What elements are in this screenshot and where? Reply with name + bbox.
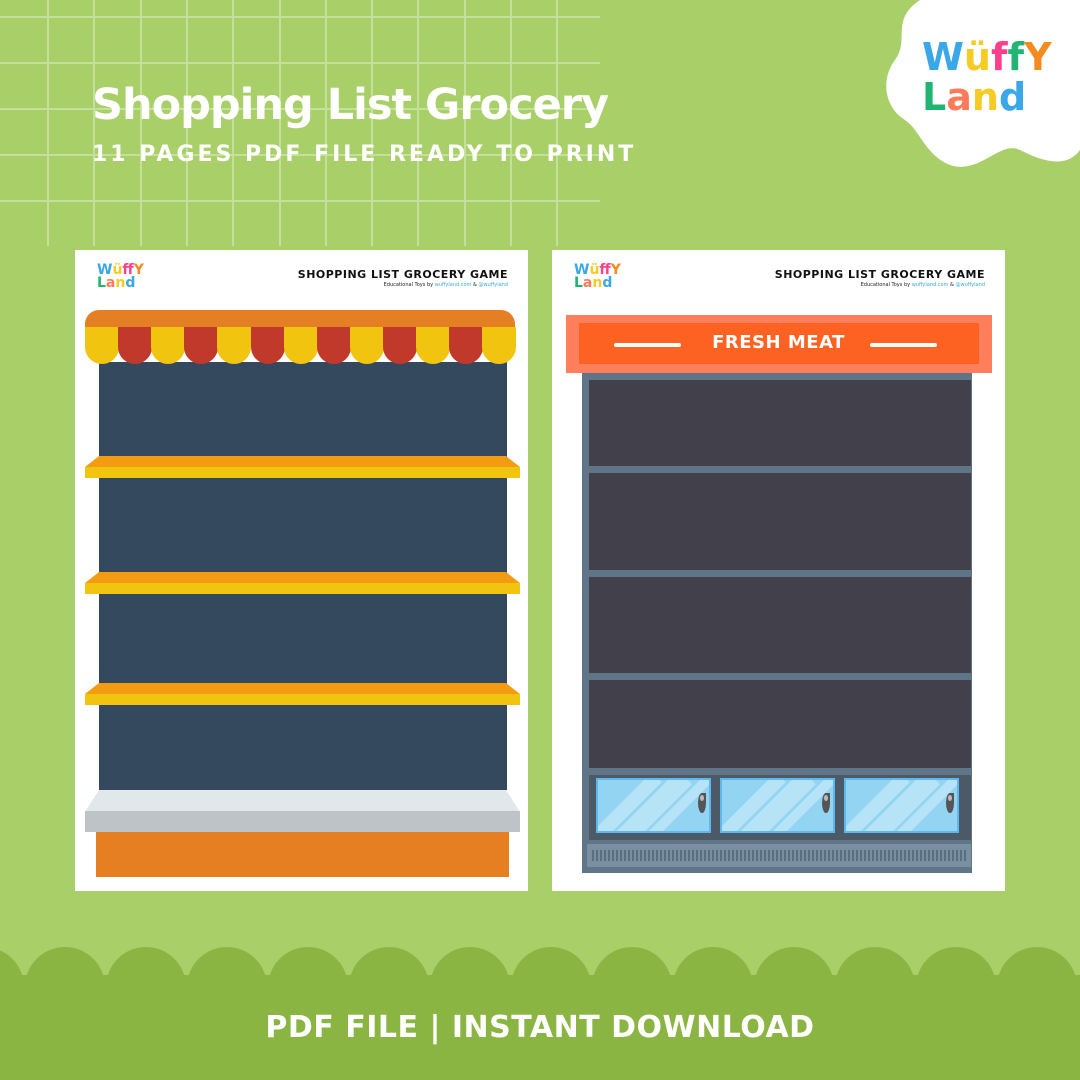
awning-scallop xyxy=(316,327,351,364)
awning-scallop xyxy=(85,327,119,364)
credit-amp: & xyxy=(473,282,477,288)
logo-letter: n xyxy=(971,75,999,119)
door-handle-icon xyxy=(946,793,954,813)
cooler-door xyxy=(596,778,711,833)
credit-prefix: Educational Toys by xyxy=(860,282,911,288)
logo-line-1: WüffY xyxy=(922,38,1052,76)
cooler-door xyxy=(720,778,835,833)
cooler-shelf xyxy=(589,577,971,673)
awning-scallop xyxy=(482,327,517,364)
card-logo-line-2: Land xyxy=(574,275,621,292)
page-preview-cooler: WüffY Land SHOPPING LIST GROCERY GAME Ed… xyxy=(552,250,1005,891)
card-logo: WüffY Land xyxy=(574,263,621,292)
logo-letter: a xyxy=(946,75,972,119)
shelf-board xyxy=(85,572,520,594)
logo-letter: L xyxy=(97,275,106,292)
counter-base xyxy=(96,832,509,877)
shelf-board xyxy=(85,456,520,478)
logo-letter: n xyxy=(115,275,126,292)
page-preview-shelf: WüffY Land SHOPPING LIST GROCERY GAME Ed… xyxy=(75,250,528,891)
card-title: SHOPPING LIST GROCERY GAME xyxy=(297,268,508,281)
page-title: Shopping List Grocery xyxy=(92,80,609,130)
logo-letter: L xyxy=(574,275,583,292)
card-credit: Educational Toys by wuffyland.com & @wuf… xyxy=(384,282,508,288)
logo-letter: d xyxy=(125,275,136,292)
shelf-board xyxy=(85,683,520,705)
cooler-door xyxy=(844,778,959,833)
brand-logo: WüffY Land xyxy=(922,38,1052,116)
logo-letter: ü xyxy=(963,35,991,79)
logo-letter: n xyxy=(592,275,603,292)
door-handle-icon xyxy=(822,793,830,813)
page-subtitle: 11 PAGES PDF FILE READY TO PRINT xyxy=(92,142,637,167)
card-logo-line-2: Land xyxy=(97,275,144,292)
awning-scallop xyxy=(151,327,186,364)
logo-letter: W xyxy=(922,35,964,79)
logo-letter: a xyxy=(582,275,593,292)
card-credit: Educational Toys by wuffyland.com & @wuf… xyxy=(861,282,985,288)
awning-scallop xyxy=(449,327,484,364)
cooler-shelf xyxy=(589,680,971,768)
logo-letter: L xyxy=(922,75,947,119)
logo-letter: f xyxy=(1007,35,1025,79)
credit-handle-link[interactable]: @wuffyland xyxy=(956,282,985,288)
door-handle-icon xyxy=(698,793,706,813)
awning-scallop xyxy=(118,327,153,364)
logo-line-2: Land xyxy=(922,78,1052,116)
awning-scallop xyxy=(382,327,417,364)
logo-letter: a xyxy=(105,275,116,292)
cooler-vent xyxy=(587,844,971,867)
logo-letter: d xyxy=(998,75,1027,119)
awning-scallop xyxy=(217,327,252,364)
awning-scallop xyxy=(250,327,285,364)
logo-letter: d xyxy=(602,275,613,292)
credit-handle-link[interactable]: @wuffyland xyxy=(479,282,508,288)
footer-text: PDF FILE | INSTANT DOWNLOAD xyxy=(265,1010,815,1045)
credit-site-link[interactable]: wuffyland.com xyxy=(912,282,949,288)
sign-label: FRESH MEAT xyxy=(712,332,845,353)
credit-amp: & xyxy=(950,282,954,288)
awning-scallop xyxy=(184,327,219,364)
cooler-shelf xyxy=(589,473,971,570)
card-logo: WüffY Land xyxy=(97,263,144,292)
counter-top xyxy=(85,790,520,812)
awning-top xyxy=(85,310,515,328)
credit-site-link[interactable]: wuffyland.com xyxy=(435,282,472,288)
awning-scallop xyxy=(349,327,384,364)
credit-prefix: Educational Toys by xyxy=(383,282,434,288)
logo-letter: f xyxy=(990,35,1008,79)
grid-line xyxy=(47,0,49,246)
awning-scallop xyxy=(283,327,318,364)
logo-letter: Y xyxy=(1024,35,1052,79)
counter-front xyxy=(85,811,520,832)
card-title: SHOPPING LIST GROCERY GAME xyxy=(774,268,985,281)
cooler-shelf xyxy=(589,380,971,466)
awning-scallop xyxy=(416,327,450,364)
